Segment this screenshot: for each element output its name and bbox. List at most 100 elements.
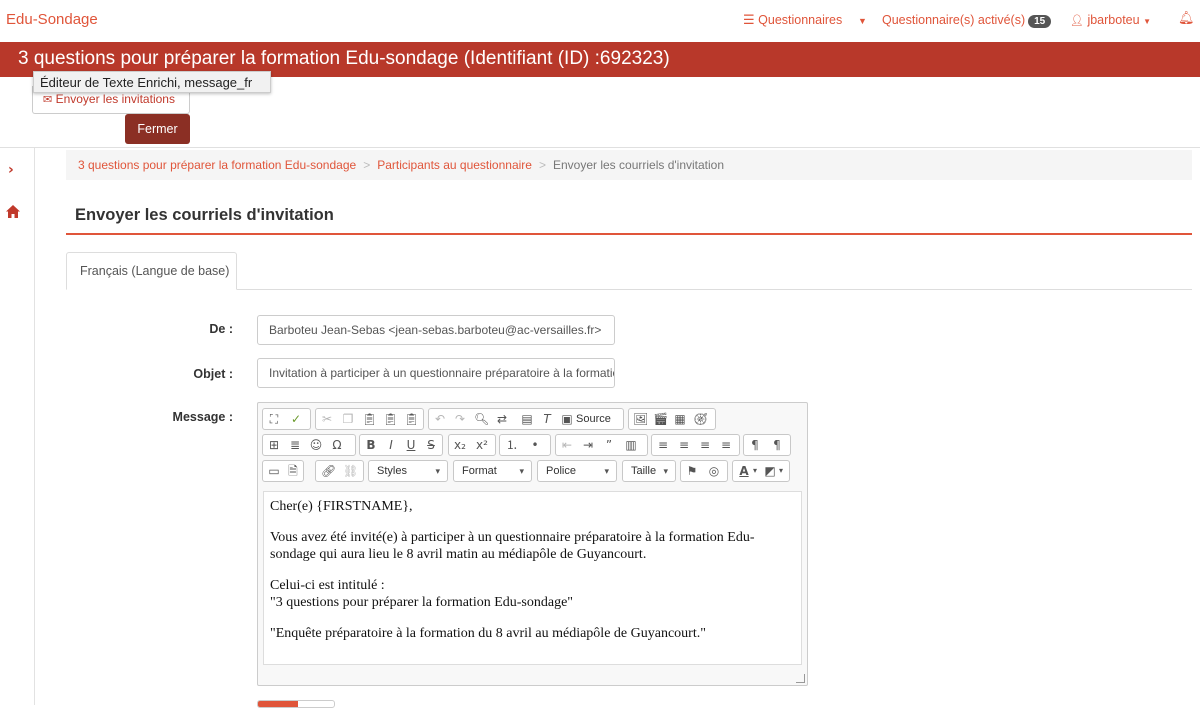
horizontal-rule-icon[interactable]: ≣ xyxy=(288,438,302,452)
replace-icon[interactable]: ⇄ xyxy=(495,412,509,426)
preview-icon[interactable]: ▭ xyxy=(267,464,281,478)
tab-french-base-language[interactable]: Français (Langue de base) xyxy=(66,252,237,290)
toolbar-group-misc: ⚑ ◎ xyxy=(680,460,728,482)
copy-icon[interactable]: ❐ xyxy=(341,412,355,426)
numbered-list-icon[interactable]: ⒈ xyxy=(505,438,519,452)
message-body[interactable]: Cher(e) {FIRSTNAME}, Vous avez été invit… xyxy=(263,491,802,665)
survey-title: 3 questions pour préparer la formation E… xyxy=(18,48,670,69)
toolbar-group-justify: ≡ ≡ ≡ ≡ xyxy=(651,434,740,456)
strike-icon[interactable]: S xyxy=(424,438,438,452)
message-label: Message : xyxy=(172,410,233,424)
subject-field[interactable]: Invitation à participer à un questionnai… xyxy=(257,358,615,388)
spellcheck-icon[interactable]: ✓ xyxy=(289,412,303,426)
special-char-icon[interactable]: Ω xyxy=(330,438,344,452)
compass-icon[interactable]: 🧭︎ xyxy=(693,412,708,426)
format-dropdown[interactable]: Format ▾ xyxy=(453,460,532,482)
text-color-caret-icon[interactable]: ▾ xyxy=(748,464,762,478)
size-dropdown[interactable]: Taille ▾ xyxy=(622,460,676,482)
source-button-label[interactable]: Source xyxy=(576,413,611,425)
user-menu[interactable]: 👤︎ jbarboteu ▼ xyxy=(1070,13,1151,27)
ltr-icon[interactable]: ¶ xyxy=(748,438,762,452)
nav-active-questionnaires[interactable]: Questionnaire(s) activé(s) 15 xyxy=(882,13,1052,28)
bottom-button-partial[interactable] xyxy=(257,700,335,708)
maximize-icon[interactable]: ⛶ xyxy=(267,412,281,426)
outdent-icon[interactable]: ⇤ xyxy=(560,438,574,452)
font-caret-icon: ▾ xyxy=(604,466,609,476)
styles-dropdown[interactable]: Styles ▾ xyxy=(368,460,448,482)
envelope-icon: ✉ xyxy=(43,93,53,106)
rtl-icon[interactable]: ¶ xyxy=(770,438,784,452)
superscript-icon[interactable]: x² xyxy=(475,438,489,452)
format-label: Format xyxy=(462,465,497,477)
toolbar-group-document: ▭ 🗎︎ xyxy=(262,460,304,482)
resize-handle[interactable] xyxy=(796,674,805,683)
redo-icon[interactable]: ↷ xyxy=(453,412,467,426)
font-label: Police xyxy=(546,465,576,477)
paste-word-icon[interactable]: 📋︎ xyxy=(404,412,419,426)
user-caret-icon: ▼ xyxy=(1143,17,1151,26)
breadcrumb-separator: > xyxy=(538,158,546,172)
breadcrumb: 3 questions pour préparer la formation E… xyxy=(66,150,1192,180)
unlink-icon[interactable]: ⛓ xyxy=(343,464,358,478)
nav-questionnaires-label: Questionnaires xyxy=(758,13,843,27)
font-dropdown[interactable]: Police ▾ xyxy=(537,460,617,482)
paste-text-icon[interactable]: 📋︎ xyxy=(383,412,398,426)
bold-icon[interactable]: B xyxy=(364,438,378,452)
toolbar-group-direction: ¶ ¶ xyxy=(743,434,791,456)
nav-questionnaires[interactable]: ☰ Questionnaires xyxy=(743,13,842,28)
active-count-badge: 15 xyxy=(1028,15,1052,28)
cut-icon[interactable]: ✂ xyxy=(320,412,334,426)
table-icon[interactable]: ⊞ xyxy=(267,438,281,452)
breadcrumb-participants-link[interactable]: Participants au questionnaire xyxy=(377,158,532,172)
align-center-icon[interactable]: ≡ xyxy=(677,438,691,452)
globe-icon[interactable]: ◎ xyxy=(707,464,721,478)
background-color-caret-icon[interactable]: ▾ xyxy=(774,464,788,478)
underline-icon[interactable]: U xyxy=(404,438,418,452)
blockquote-icon[interactable]: ” xyxy=(602,438,616,452)
undo-icon[interactable]: ↶ xyxy=(433,412,447,426)
from-field[interactable]: Barboteu Jean-Sebas <jean-sebas.barboteu… xyxy=(257,315,615,345)
toolbar-group-insert-media: 🖼︎ 🎬︎ ▦ 🧭︎ xyxy=(628,408,716,430)
flag-icon[interactable]: ⚑ xyxy=(685,464,699,478)
video-icon[interactable]: 🎬︎ xyxy=(653,412,668,426)
toolbar-group-script: x₂ x² xyxy=(448,434,496,456)
indent-icon[interactable]: ⇥ xyxy=(581,438,595,452)
align-right-icon[interactable]: ≡ xyxy=(698,438,712,452)
questionnaires-dropdown-caret-icon[interactable]: ▼ xyxy=(858,16,867,26)
send-invitations-label: Envoyer les invitations xyxy=(55,92,175,106)
breadcrumb-survey-link[interactable]: 3 questions pour préparer la formation E… xyxy=(78,158,356,172)
image-icon[interactable]: 🖼︎ xyxy=(633,412,648,426)
select-all-icon[interactable]: ▤ xyxy=(520,412,534,426)
bulleted-list-icon[interactable]: • xyxy=(528,438,542,452)
source-icon[interactable]: ▣ xyxy=(560,412,574,426)
header-divider xyxy=(0,147,1200,148)
subscript-icon[interactable]: x₂ xyxy=(453,438,467,452)
div-container-icon[interactable]: ▥ xyxy=(624,438,638,452)
heading-divider xyxy=(66,233,1192,235)
align-left-icon[interactable]: ≡ xyxy=(656,438,670,452)
remove-format-icon[interactable]: T xyxy=(540,412,554,426)
list-icon: ☰ xyxy=(743,13,755,28)
brand-logo[interactable]: Edu-Sondage xyxy=(6,11,98,28)
link-icon[interactable]: 🔗︎ xyxy=(321,464,336,478)
smiley-icon[interactable]: ☺ xyxy=(309,438,323,452)
size-label: Taille xyxy=(631,465,657,477)
size-caret-icon: ▾ xyxy=(663,466,668,476)
toolbar-group-editing: ↶ ↷ 🔍︎ ⇄ ▤ T ▣ Source xyxy=(428,408,624,430)
close-button[interactable]: Fermer xyxy=(125,114,190,144)
toolbar-group-basic-styles: B I U S xyxy=(359,434,443,456)
tab-divider xyxy=(237,289,1192,290)
message-paragraph: Vous avez été invité(e) à participer à u… xyxy=(270,530,755,562)
message-paragraph: "Enquête préparatoire à la formation du … xyxy=(270,626,706,641)
side-rail xyxy=(0,148,35,705)
paste-icon[interactable]: 📋︎ xyxy=(362,412,377,426)
bell-icon[interactable]: 🔔︎ xyxy=(1178,11,1195,26)
find-icon[interactable]: 🔍︎ xyxy=(474,412,489,426)
template-icon[interactable]: ▦ xyxy=(673,412,687,426)
chevron-right-icon[interactable]: › xyxy=(8,162,14,178)
document-icon[interactable]: 🗎︎ xyxy=(286,464,300,478)
breadcrumb-current: Envoyer les courriels d'invitation xyxy=(552,158,725,172)
home-icon[interactable] xyxy=(5,204,21,222)
align-justify-icon[interactable]: ≡ xyxy=(719,438,733,452)
italic-icon[interactable]: I xyxy=(384,438,398,452)
